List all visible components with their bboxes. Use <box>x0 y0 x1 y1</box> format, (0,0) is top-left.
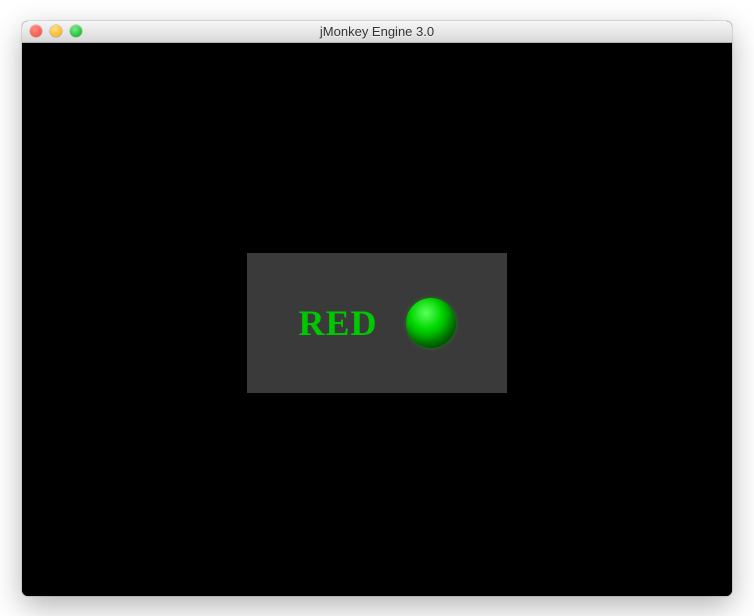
sphere-icon <box>406 298 456 348</box>
hud-label: RED <box>298 302 377 344</box>
maximize-icon[interactable] <box>70 25 82 37</box>
window-controls <box>22 25 82 37</box>
minimize-icon[interactable] <box>50 25 62 37</box>
application-window: jMonkey Engine 3.0 RED <box>22 21 732 596</box>
close-icon[interactable] <box>30 25 42 37</box>
render-viewport[interactable]: RED <box>22 43 732 596</box>
window-titlebar[interactable]: jMonkey Engine 3.0 <box>22 21 732 43</box>
window-title: jMonkey Engine 3.0 <box>22 24 732 39</box>
hud-panel: RED <box>247 253 507 393</box>
